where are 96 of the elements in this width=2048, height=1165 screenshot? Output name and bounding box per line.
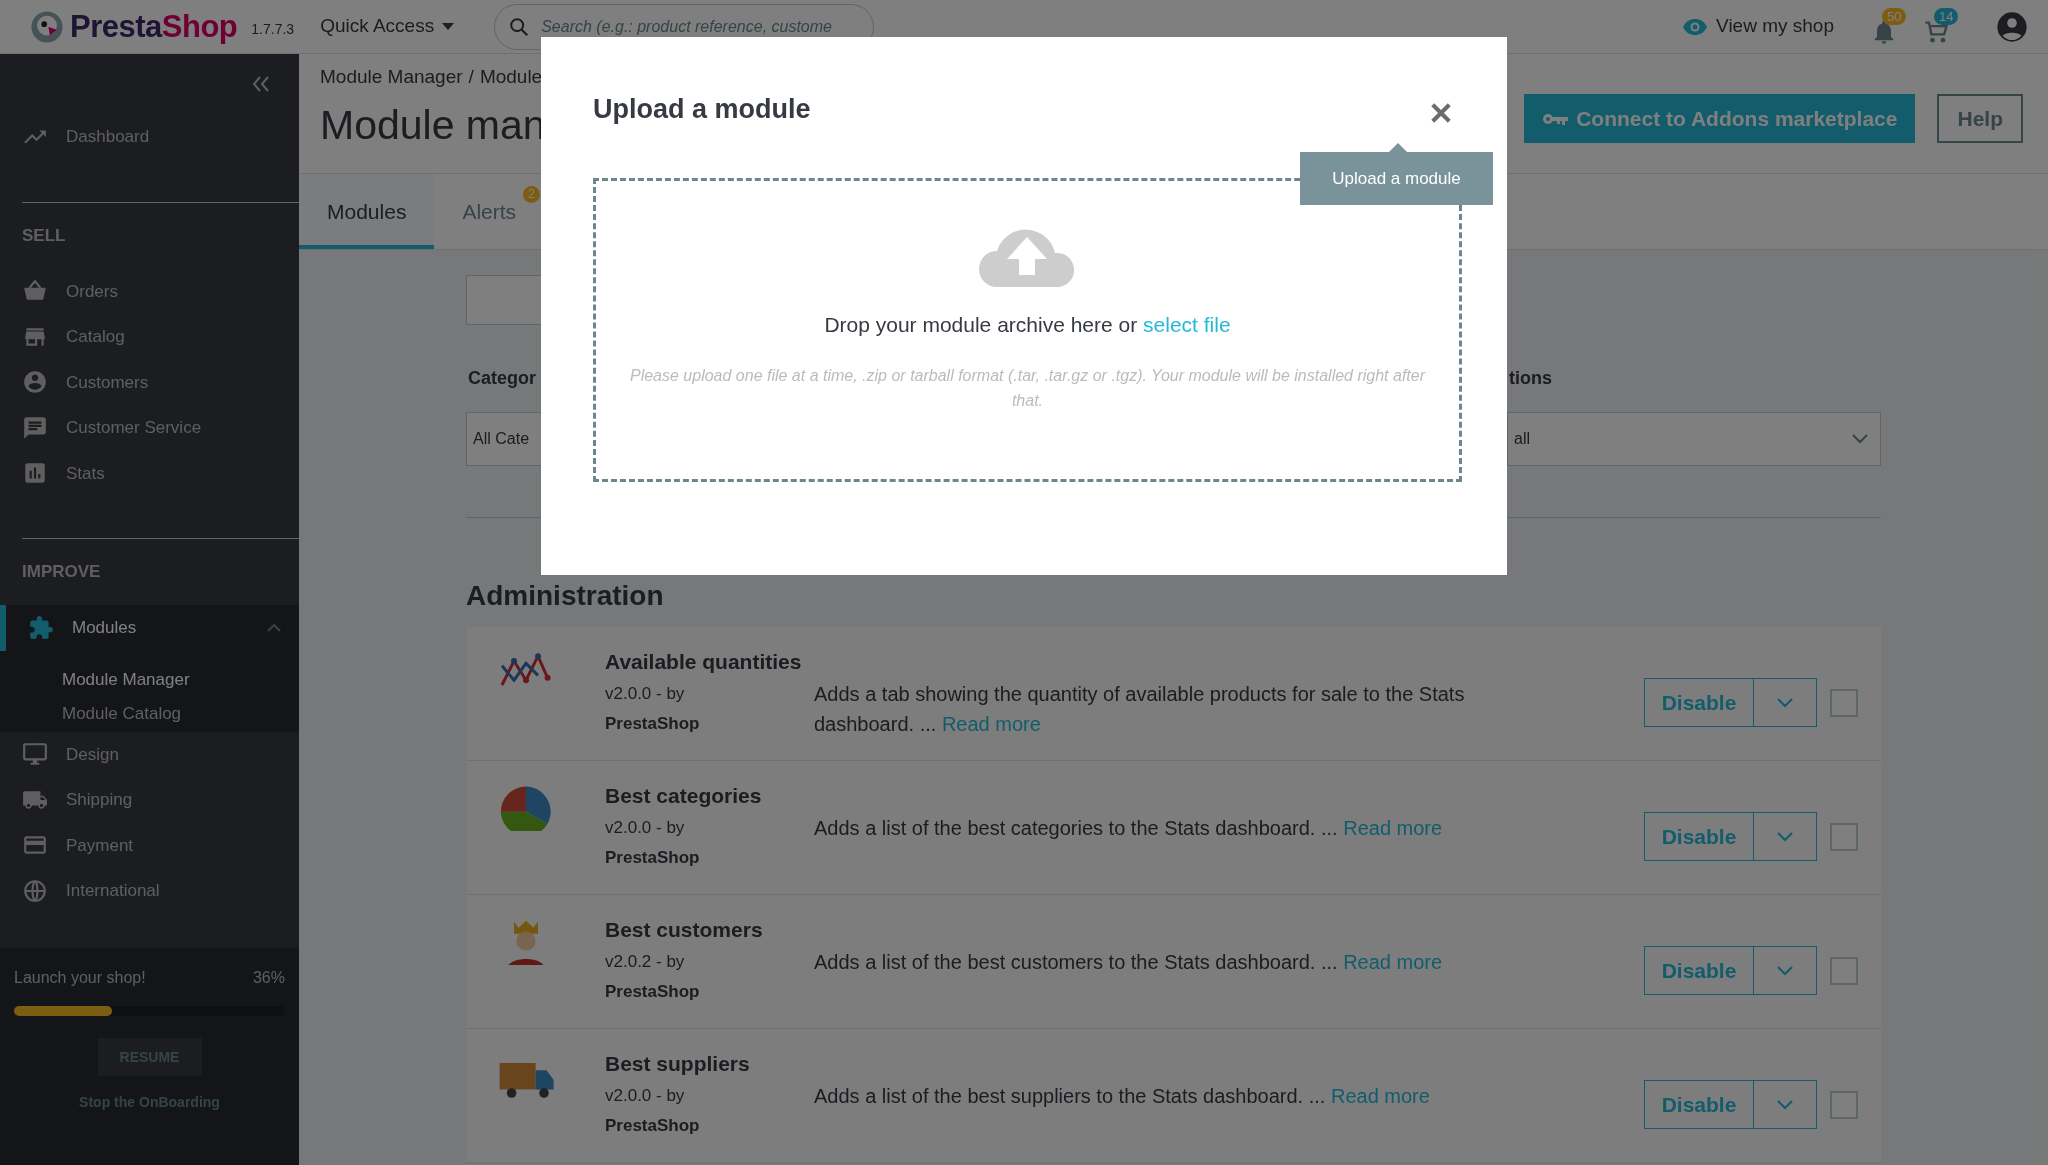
category-select[interactable]: All Cate — [466, 412, 541, 466]
dropdown-toggle[interactable] — [1754, 678, 1817, 727]
checkbox[interactable] — [1830, 956, 1858, 985]
sidebar-item[interactable]: Dashboard — [0, 114, 299, 160]
breadcrumb-separator: / — [468, 65, 474, 89]
chevron-down-icon — [1852, 434, 1868, 444]
chevron-down-icon — [1777, 697, 1793, 708]
count-badge: 50 — [1882, 7, 1907, 25]
disable-button[interactable]: Disable — [1644, 678, 1754, 727]
person-icon — [22, 369, 48, 396]
sidebar-item[interactable]: Payment — [0, 822, 299, 868]
sidebar-item[interactable]: Customer Service — [0, 405, 299, 451]
module-author: PrestaShop — [605, 981, 701, 1003]
count-badge: 14 — [1934, 7, 1959, 25]
section-heading: SELL — [21, 224, 67, 247]
puffin-logo-icon — [30, 9, 64, 44]
module-description: Adds a tab showing the quantity of available products for sale to the Stats dashboard. ... Read more — [814, 682, 1466, 737]
module-description: Adds a list of the best customers to the Stats dashboard. ... Read more — [814, 950, 1444, 975]
close-icon[interactable] — [1430, 102, 1452, 124]
caret-icon — [442, 22, 455, 31]
dropdown-toggle[interactable] — [1754, 1080, 1817, 1129]
disable-button[interactable]: Disable — [1644, 946, 1754, 995]
read-more-link[interactable]: Read more — [941, 713, 1041, 735]
progress-percent: 36% — [252, 968, 285, 988]
module-author: PrestaShop — [605, 1115, 701, 1137]
module-version: v2.0.0 - by — [605, 1085, 686, 1107]
monitor-icon — [22, 741, 48, 768]
section-title: Administration — [466, 580, 665, 612]
chevron-up-icon — [267, 623, 281, 633]
submenu-item[interactable]: Module Catalog — [0, 696, 299, 731]
help-button[interactable]: Help — [1937, 94, 2023, 143]
module-version: v2.0.0 - by — [605, 817, 686, 839]
chevron-down-icon — [1777, 1099, 1793, 1110]
search-field[interactable]: Search (e.g.: product reference, custome — [494, 3, 875, 50]
upload-hint: Please upload one file at a time, .zip or tarball format (.tar, .tar.gz or .tgz). Your module will be installed right after that. — [628, 365, 1427, 411]
module-author: PrestaShop — [605, 847, 701, 869]
collapse-icon[interactable] — [251, 76, 271, 92]
dropdown-toggle[interactable] — [1754, 812, 1817, 861]
sidebar-item[interactable]: Modules — [0, 605, 299, 651]
notifications-button[interactable]: 50 — [1870, 7, 1910, 46]
checkbox[interactable] — [1830, 1090, 1858, 1119]
status-select[interactable]: all — [1507, 412, 1881, 466]
section-heading: IMPROVE — [21, 561, 102, 583]
tooltip-pointer — [1389, 143, 1407, 152]
tab[interactable]: Modules — [299, 174, 435, 249]
version-label: 1.7.7.3 — [251, 20, 295, 39]
chevron-down-icon — [1777, 965, 1793, 976]
eye-icon — [1682, 17, 1709, 36]
read-more-link[interactable]: Read more — [1343, 817, 1443, 839]
module-name: Best suppliers — [605, 1051, 751, 1077]
breadcrumb-link[interactable]: Module — [479, 63, 543, 92]
tooltip: Upload a module — [1300, 152, 1493, 205]
checkbox[interactable] — [1830, 822, 1858, 851]
user-avatar-icon — [1996, 10, 2028, 43]
read-more-link[interactable]: Read more — [1330, 1085, 1430, 1107]
chat-bubble-icon — [22, 414, 48, 441]
sidebar-item[interactable]: Stats — [0, 450, 299, 496]
addons-connect-button[interactable]: Connect to Addons marketplace — [1524, 94, 1916, 143]
sidebar-item[interactable]: Orders — [0, 268, 299, 314]
submenu-item[interactable]: Module Manager — [0, 662, 299, 697]
onboarding-title: Launch your shop! — [14, 968, 146, 988]
tab[interactable]: Alerts 2 — [434, 174, 545, 249]
globe-icon — [22, 877, 48, 904]
key-icon — [1542, 111, 1569, 126]
filter-label: tions — [1508, 367, 1553, 390]
count-badge: 2 — [523, 186, 541, 204]
brand-logo: PrestaShop — [70, 11, 238, 42]
module-description: Adds a list of the best suppliers to the Stats dashboard. ... Read more — [814, 1084, 1431, 1109]
puzzle-piece-icon — [28, 614, 54, 641]
orders-button[interactable]: 14 — [1922, 7, 1962, 46]
drop-instructions: Drop your module archive here or select file — [824, 312, 1231, 338]
filter-label: Categor — [467, 367, 537, 390]
breadcrumb-link[interactable]: Module Manager — [320, 63, 463, 92]
modal-title: Upload a module — [593, 93, 811, 126]
module-description: Adds a list of the best categories to the Stats dashboard. ... Read more — [814, 816, 1444, 841]
sidebar-item[interactable]: Catalog — [0, 314, 299, 360]
sidebar-item[interactable]: Customers — [0, 359, 299, 405]
dropdown-toggle[interactable] — [1754, 946, 1817, 995]
search-field[interactable] — [466, 275, 541, 325]
select-file-link[interactable]: select file — [1143, 313, 1231, 336]
quick-access-button[interactable]: Quick Access — [320, 12, 455, 41]
checkbox[interactable] — [1830, 688, 1858, 717]
chevron-down-icon — [1777, 831, 1793, 842]
search-icon — [508, 15, 531, 38]
view-shop-link[interactable]: View my shop — [1682, 12, 1834, 41]
sidebar-item[interactable]: Shipping — [0, 777, 299, 823]
module-author: PrestaShop — [605, 713, 701, 735]
disable-button[interactable]: Disable — [1644, 812, 1754, 861]
sidebar-item[interactable]: International — [0, 868, 299, 914]
module-name: Best categories — [605, 783, 763, 809]
disable-button[interactable]: Disable — [1644, 1080, 1754, 1129]
module-version: v2.0.2 - by — [605, 951, 686, 973]
read-more-link[interactable]: Read more — [1343, 951, 1443, 973]
module-version: v2.0.0 - by — [605, 683, 686, 705]
module-name: Best customers — [605, 917, 764, 943]
module-name: Available quantities — [605, 649, 803, 675]
